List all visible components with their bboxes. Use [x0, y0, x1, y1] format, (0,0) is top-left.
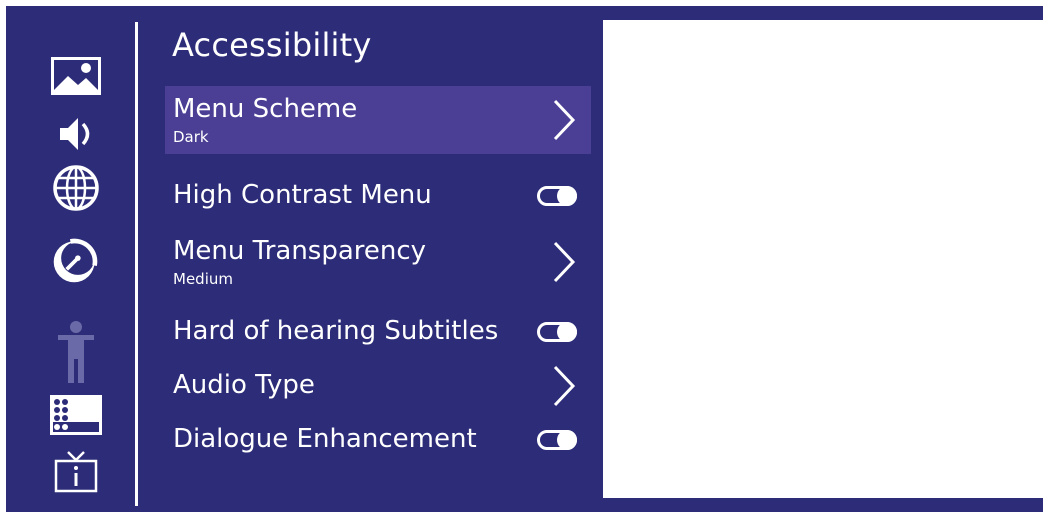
network-icon[interactable] [50, 162, 102, 214]
toggle-knob [557, 322, 577, 342]
dialogue-enhancement-toggle[interactable] [537, 430, 577, 450]
menu-item-label: Dialogue Enhancement [173, 424, 477, 454]
menu-item-menu-transparency[interactable]: Menu Transparency Medium [165, 228, 591, 296]
toggle-knob [557, 430, 577, 450]
menu-item-label: Audio Type [173, 370, 315, 400]
preview-panel [603, 20, 1043, 498]
menu-item-label: Hard of hearing Subtitles [173, 316, 499, 346]
menu-item-label: High Contrast Menu [173, 180, 432, 210]
menu-item-menu-scheme[interactable]: Menu Scheme Dark [165, 86, 591, 154]
sidebar-divider [135, 22, 138, 506]
toggle-knob [557, 186, 577, 206]
tv-menu-frame: Accessibility Menu Scheme Dark High Cont… [6, 6, 1043, 512]
menu-item-high-contrast[interactable]: High Contrast Menu [165, 162, 591, 230]
high-contrast-toggle[interactable] [537, 186, 577, 206]
channel-list-icon[interactable] [50, 389, 102, 441]
menu-item-dialogue-enhancement[interactable]: Dialogue Enhancement [165, 406, 591, 474]
menu-item-value: Dark [173, 128, 209, 146]
settings-sidebar [6, 6, 136, 512]
menu-item-label: Menu Transparency [173, 236, 427, 266]
chevron-right-icon [553, 365, 576, 407]
satellite-icon[interactable] [50, 234, 102, 286]
page-title: Accessibility [172, 26, 372, 64]
picture-icon[interactable] [50, 50, 102, 102]
sound-icon[interactable] [50, 108, 102, 160]
hard-of-hearing-subtitles-toggle[interactable] [537, 322, 577, 342]
menu-item-value: Medium [173, 270, 233, 288]
chevron-right-icon [553, 241, 576, 283]
chevron-right-icon [553, 99, 576, 141]
menu-item-label: Menu Scheme [173, 94, 358, 124]
accessibility-icon[interactable] [50, 318, 102, 388]
tv-info-icon[interactable] [50, 446, 102, 498]
